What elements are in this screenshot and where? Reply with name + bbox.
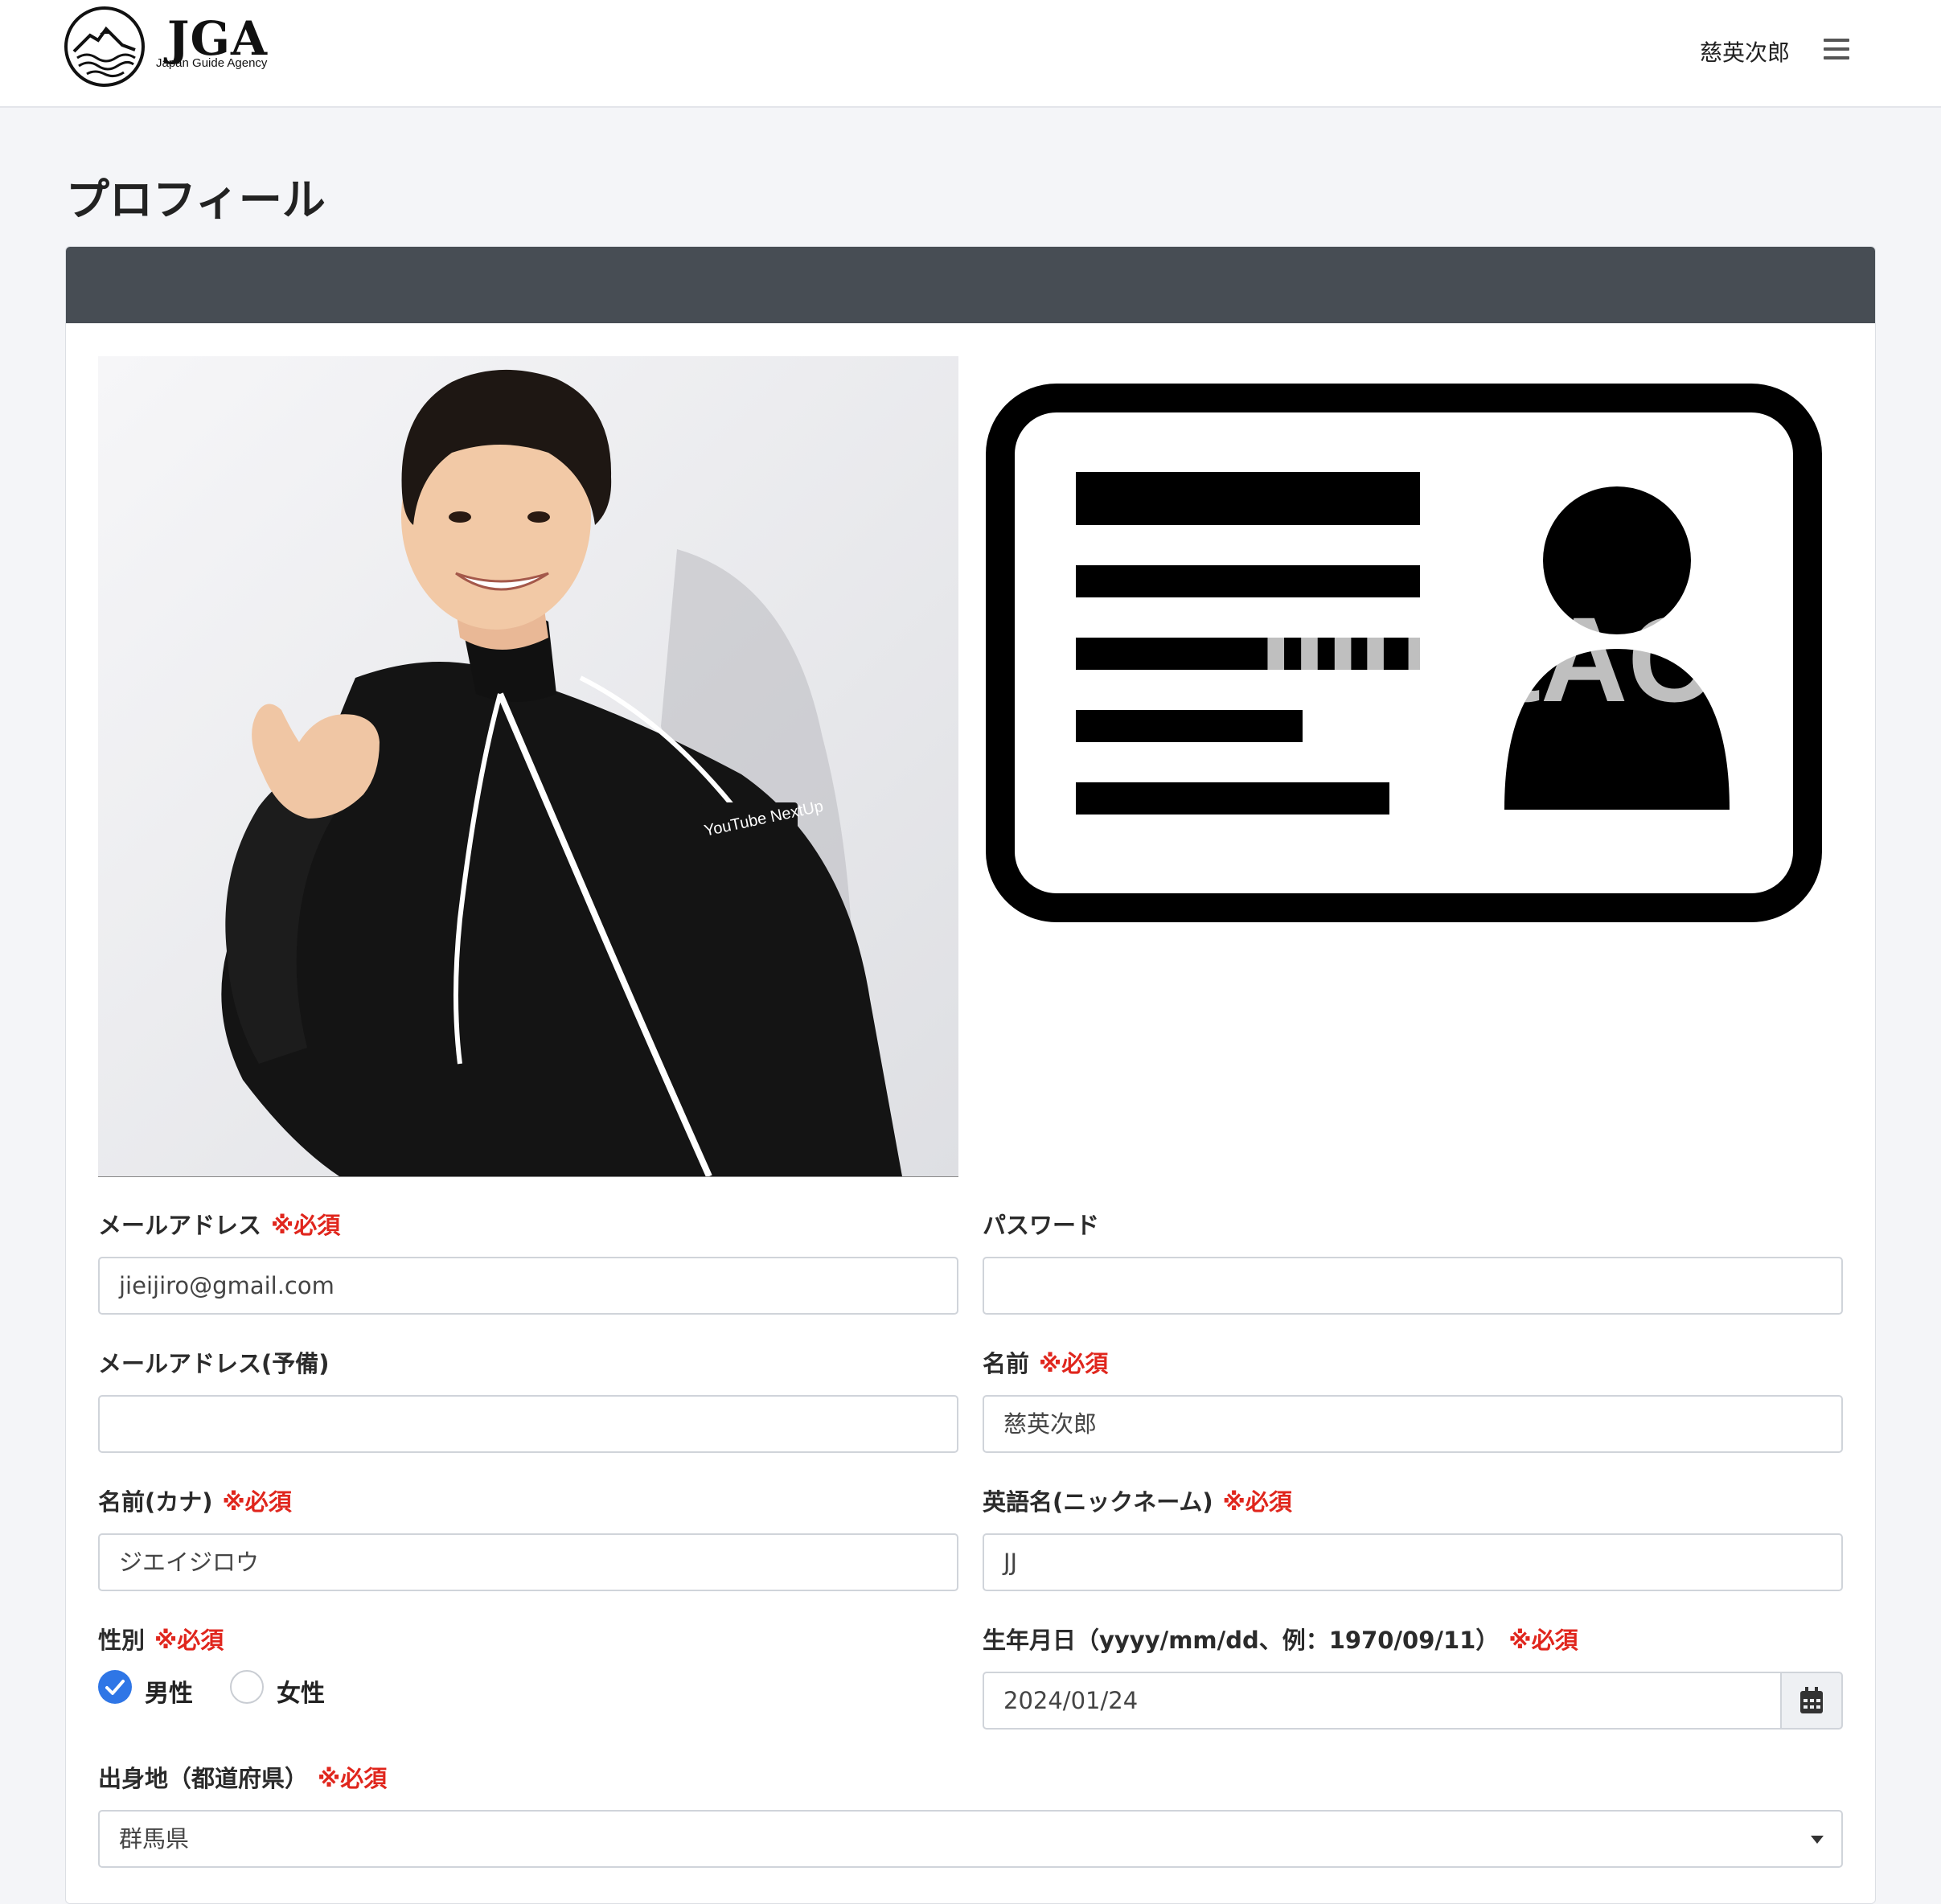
email-input[interactable]: jieijiro@gmail.com <box>98 1257 958 1315</box>
hamburger-menu-icon[interactable] <box>1824 39 1849 64</box>
mountain-wave-logo-icon <box>64 6 145 87</box>
password-label: パスワード <box>983 1212 1100 1239</box>
required-mark: ※必須 <box>1222 1488 1292 1516</box>
required-mark: ※必須 <box>154 1627 224 1654</box>
profile-card: YouTube NextUp illustAC メールアドレス ※必須 jieij… <box>65 246 1876 1904</box>
required-mark: ※必須 <box>271 1212 341 1239</box>
jga-logo[interactable]: JGA Japan Guide Agency <box>63 5 288 88</box>
chevron-down-icon <box>1811 1836 1824 1844</box>
email-label: メールアドレス ※必須 <box>98 1212 341 1239</box>
birthplace-select[interactable]: 群馬県 <box>98 1810 1843 1868</box>
logo-subtitle: Japan Guide Agency <box>156 56 268 70</box>
required-mark: ※必須 <box>318 1765 388 1792</box>
gender-male-label[interactable]: 男性 <box>145 1673 193 1709</box>
password-input[interactable] <box>983 1257 1843 1315</box>
name-kana-label: 名前(カナ) ※必須 <box>98 1488 292 1516</box>
name-kana-input[interactable]: ジエイジロウ <box>98 1533 958 1591</box>
name-input[interactable]: 慈英次郎 <box>983 1395 1843 1453</box>
user-name[interactable]: 慈英次郎 <box>1700 35 1790 68</box>
card-header-bar <box>66 247 1875 323</box>
email-backup-input[interactable] <box>98 1395 958 1453</box>
gender-male-radio[interactable] <box>98 1670 132 1704</box>
calendar-icon <box>1800 1687 1823 1713</box>
page-title: プロフィール <box>66 174 326 225</box>
calendar-button[interactable] <box>1780 1672 1843 1730</box>
illustac-watermark: illustAC <box>1259 592 1715 727</box>
birthdate-input[interactable]: 2024/01/24 <box>983 1672 1782 1730</box>
gender-female-label[interactable]: 女性 <box>277 1673 325 1709</box>
required-mark: ※必須 <box>1039 1350 1109 1377</box>
profile-photo: YouTube NextUp <box>98 356 958 1177</box>
gender-label: 性別 ※必須 <box>98 1627 224 1654</box>
required-mark: ※必須 <box>222 1488 292 1516</box>
top-navbar: JGA Japan Guide Agency 慈英次郎 <box>0 0 1941 108</box>
id-card-icon: illustAC <box>986 384 1822 922</box>
birthplace-label: 出身地（都道府県） ※必須 <box>98 1765 388 1792</box>
name-label: 名前 ※必須 <box>983 1350 1109 1377</box>
english-name-label: 英語名(ニックネーム) ※必須 <box>983 1488 1292 1516</box>
email-backup-label: メールアドレス(予備) <box>98 1350 330 1377</box>
birthdate-label: 生年月日（yyyy/mm/dd、例：1970/09/11） ※必須 <box>983 1627 1578 1654</box>
english-name-input[interactable]: JJ <box>983 1533 1843 1591</box>
required-mark: ※必須 <box>1508 1627 1578 1654</box>
check-icon <box>105 1680 125 1695</box>
gender-female-radio[interactable] <box>230 1670 264 1704</box>
